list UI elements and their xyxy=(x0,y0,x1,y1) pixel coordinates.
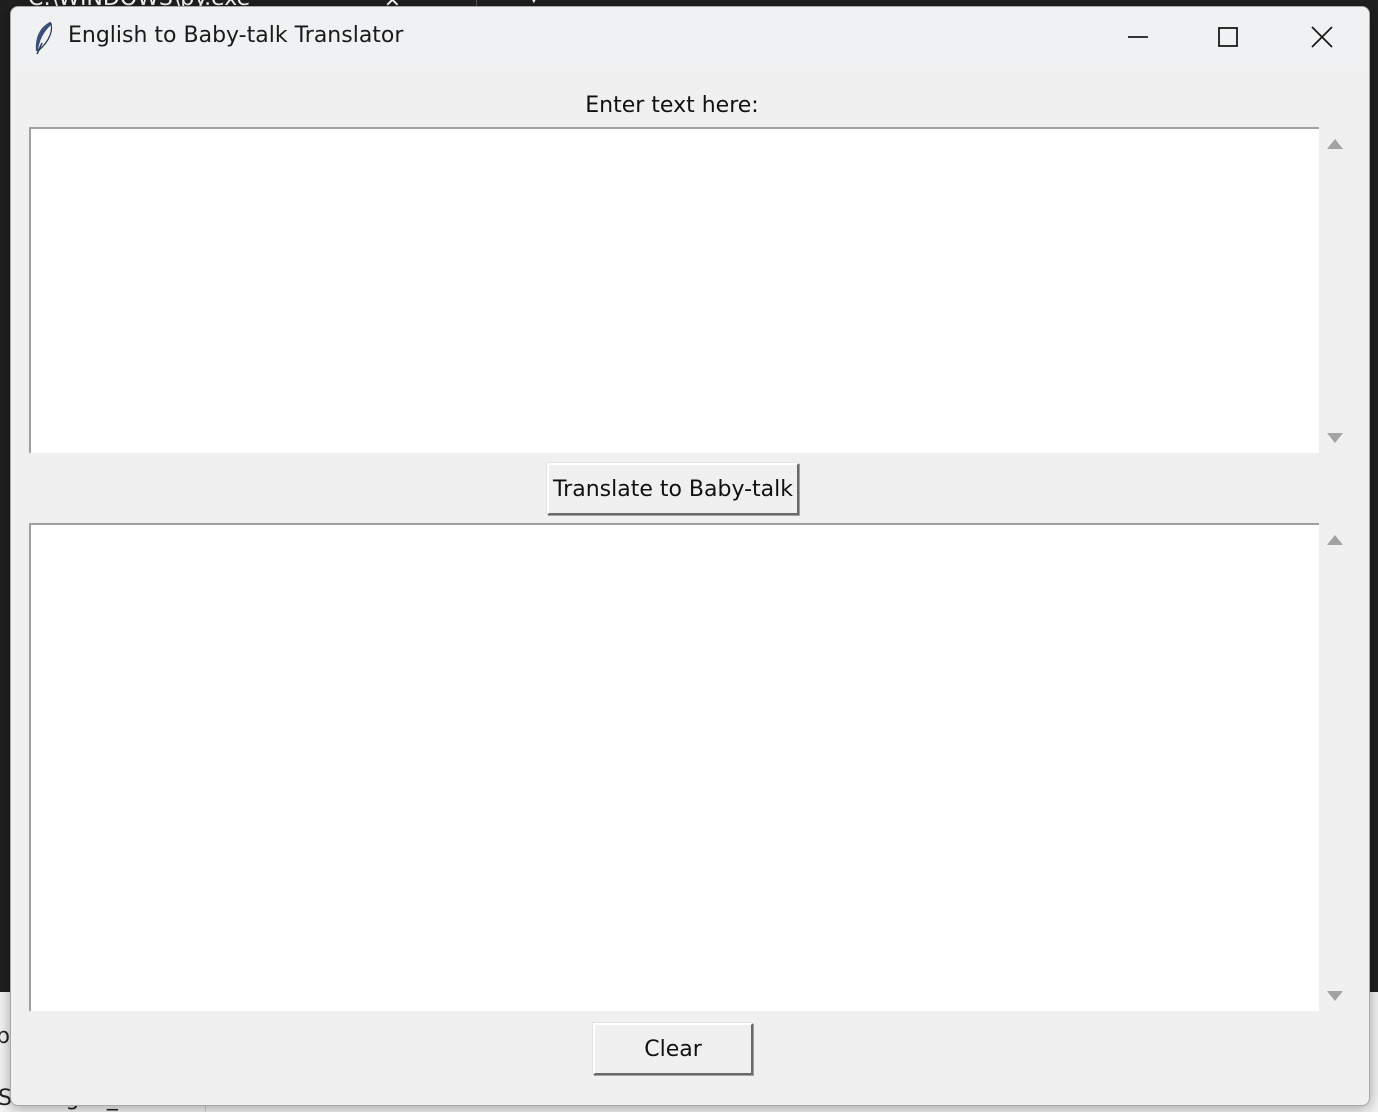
maximize-icon xyxy=(1218,27,1238,47)
window-title: English to Baby-talk Translator xyxy=(68,23,404,48)
scroll-up-arrow-icon[interactable] xyxy=(1327,535,1343,545)
output-scrollbar[interactable] xyxy=(1319,523,1351,1011)
input-scrollbar[interactable] xyxy=(1319,127,1351,453)
minimize-button[interactable] xyxy=(1093,7,1183,67)
scroll-down-arrow-icon[interactable] xyxy=(1327,991,1343,1001)
scroll-up-arrow-icon[interactable] xyxy=(1327,139,1343,149)
translator-window: English to Baby-talk Translator Enter te… xyxy=(10,6,1370,1106)
scroll-down-arrow-icon[interactable] xyxy=(1327,433,1343,443)
maximize-button[interactable] xyxy=(1183,7,1273,67)
input-text-area[interactable] xyxy=(29,127,1319,453)
title-bar[interactable]: English to Baby-talk Translator xyxy=(11,7,1369,67)
close-button[interactable] xyxy=(1277,7,1367,67)
input-label: Enter text here: xyxy=(585,93,759,118)
close-icon xyxy=(1311,26,1333,48)
minimize-icon xyxy=(1128,36,1148,38)
background-text-fragment: p xyxy=(0,1024,10,1049)
feather-icon xyxy=(35,21,53,55)
clear-button[interactable]: Clear xyxy=(593,1023,753,1075)
translate-button[interactable]: Translate to Baby-talk xyxy=(547,463,799,515)
output-text-area[interactable] xyxy=(29,523,1319,1011)
chevron-down-icon: ▼ xyxy=(530,0,538,5)
